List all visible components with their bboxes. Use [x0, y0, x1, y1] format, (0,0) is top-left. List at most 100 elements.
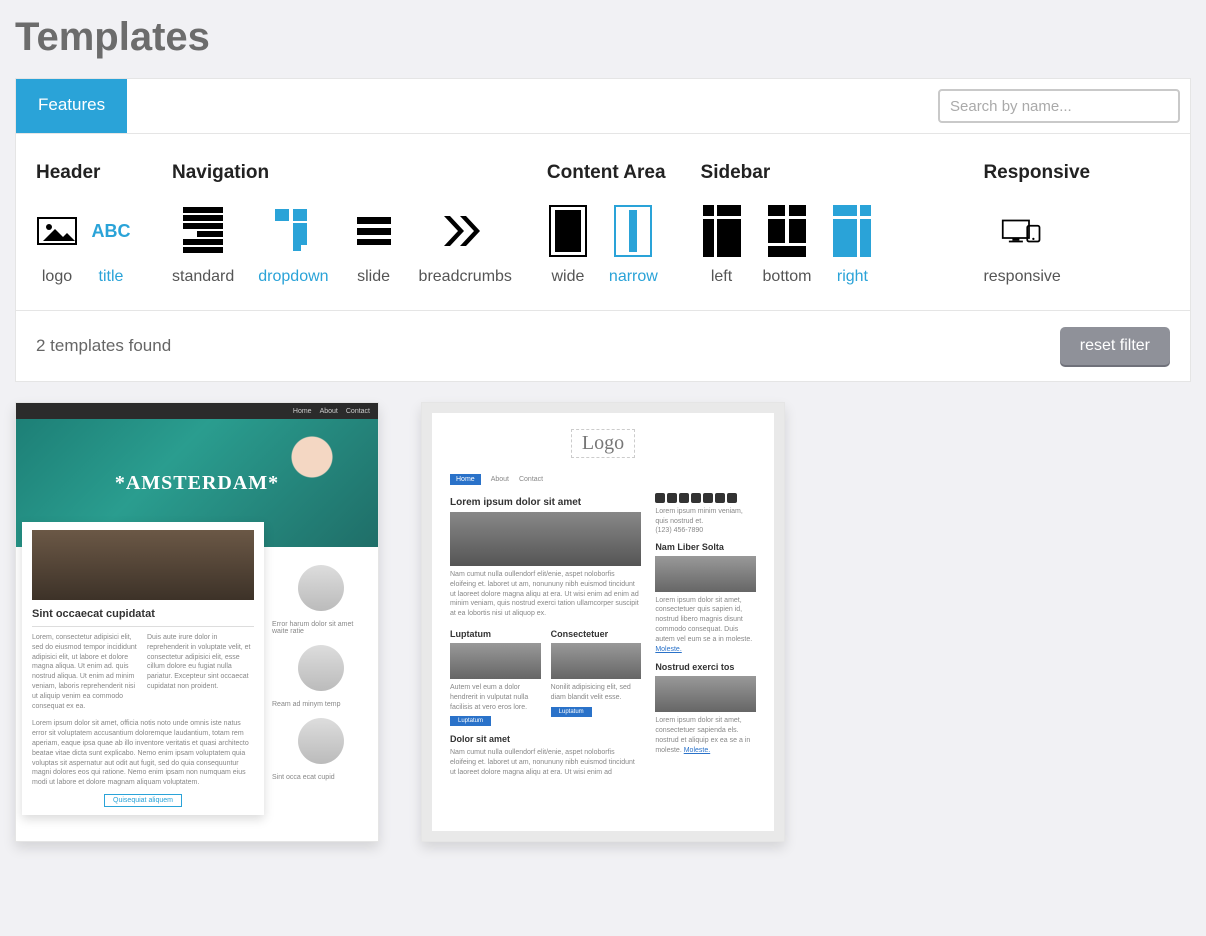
t2-social	[655, 493, 756, 503]
t2-logo: Logo	[571, 429, 635, 458]
t1-para-1a: Lorem, consectetur adipisici elit, sed d…	[32, 633, 139, 711]
t2-subp2: Nonilit adipisicing elit, sed diam bland…	[551, 683, 642, 703]
t1-side-b: Ream ad minym temp	[272, 701, 370, 708]
t2-side-img2	[655, 676, 756, 712]
tab-features[interactable]: Features	[16, 79, 127, 133]
t1-side-c: Sint occa ecat cupid	[272, 774, 370, 781]
panel-top: Features	[16, 79, 1190, 134]
opt-content-narrow-label: narrow	[609, 268, 658, 286]
responsive-icon	[1001, 210, 1043, 252]
opt-sidebar-left[interactable]: left	[701, 210, 743, 286]
opt-sidebar-bottom[interactable]: bottom	[763, 210, 812, 286]
opt-nav-breadcrumbs-label: breadcrumbs	[419, 268, 512, 286]
t2-sh2: Nostrud exerci tos	[655, 662, 756, 672]
filter-content-title: Content Area	[547, 162, 666, 184]
t2-h1: Lorem ipsum dolor sit amet	[450, 497, 641, 508]
t2-p1: Nam cumut nulla oullendorf elit/enie, as…	[450, 570, 641, 619]
opt-sidebar-right[interactable]: right	[831, 210, 873, 286]
opt-header-title-label: title	[99, 268, 124, 286]
t1-circle-1	[298, 565, 344, 611]
t1-nav-home: Home	[293, 408, 312, 415]
opt-header-logo[interactable]: logo	[36, 210, 78, 286]
filter-panel: Features Header logo ABC	[15, 78, 1191, 382]
t1-nav-about: About	[320, 408, 338, 415]
image-icon	[36, 210, 78, 252]
filter-responsive-title: Responsive	[983, 162, 1090, 184]
standard-nav-icon	[182, 210, 224, 252]
t2-side-img1	[655, 556, 756, 592]
t1-para-2: Lorem ipsum dolor sit amet, officia noti…	[32, 719, 254, 788]
t2-nav-home: Home	[450, 474, 481, 485]
opt-sidebar-left-label: left	[711, 268, 732, 286]
t2-btn2: Luptatum	[551, 707, 592, 717]
opt-nav-standard[interactable]: standard	[172, 210, 234, 286]
t2-sh1: Nam Liber Solta	[655, 542, 756, 552]
t2-sp2: Lorem ipsum dolor sit amet, consectetuer…	[655, 716, 756, 755]
t2-sub1: Luptatum	[450, 629, 541, 639]
t1-circle-2	[298, 645, 344, 691]
t2-sub2: Consectetuer	[551, 629, 642, 639]
abc-icon: ABC	[90, 210, 132, 252]
t2-h2: Dolor sit amet	[450, 734, 641, 744]
t1-hero-title: *AMSTERDAM*	[115, 472, 279, 495]
filter-group-responsive: Responsive responsive	[983, 162, 1090, 286]
search-wrap	[928, 79, 1190, 133]
reset-filter-button[interactable]: reset filter	[1060, 327, 1170, 365]
filter-group-content: Content Area wide narrow	[547, 162, 666, 286]
opt-nav-dropdown[interactable]: dropdown	[258, 210, 328, 286]
filter-navigation-title: Navigation	[172, 162, 512, 184]
filter-sidebar-title: Sidebar	[701, 162, 874, 184]
opt-sidebar-bottom-label: bottom	[763, 268, 812, 286]
opt-header-title[interactable]: ABC title	[90, 210, 132, 286]
t1-cta: Quisequiat aliquem	[104, 794, 182, 807]
opt-responsive-label: responsive	[983, 268, 1060, 286]
t2-side-top: Lorem ipsum minim veniam, quis nostrud e…	[655, 507, 756, 527]
opt-nav-dropdown-label: dropdown	[258, 268, 328, 286]
sidebar-left-icon	[701, 210, 743, 252]
t2-nav: Home About Contact	[450, 474, 756, 485]
t2-nav-contact: Contact	[519, 476, 543, 483]
filter-group-sidebar: Sidebar left bottom	[701, 162, 874, 286]
t2-sp1: Lorem ipsum dolor sit amet, consectetuer…	[655, 596, 756, 655]
t1-circle-3	[298, 718, 344, 764]
template-card-logo[interactable]: Logo Home About Contact Lorem ipsum dolo…	[421, 402, 785, 842]
search-input[interactable]	[938, 89, 1180, 123]
t2-nav-about: About	[491, 476, 509, 483]
results-bar: 2 templates found reset filter	[16, 310, 1190, 381]
opt-content-wide-label: wide	[551, 268, 584, 286]
templates-grid: Home About Contact *AMSTERDAM* Sint occa…	[15, 402, 1191, 842]
wide-icon	[547, 210, 589, 252]
breadcrumbs-icon	[444, 210, 486, 252]
t1-para-1b: Duis aute irure dolor in reprehenderit i…	[147, 633, 254, 692]
t1-photo	[32, 530, 254, 600]
narrow-icon	[612, 210, 654, 252]
t1-navbar: Home About Contact	[16, 403, 378, 419]
t2-subp1: Autem vel eum a dolor hendrerit in vulpu…	[450, 683, 541, 712]
t2-subimg2	[551, 643, 642, 679]
t2-btn1: Luptatum	[450, 716, 491, 726]
filter-group-navigation: Navigation standard dropdown	[172, 162, 512, 286]
opt-content-wide[interactable]: wide	[547, 210, 589, 286]
t1-nav-contact: Contact	[346, 408, 370, 415]
results-count: 2 templates found	[36, 336, 171, 356]
t2-main-img	[450, 512, 641, 566]
filters-row: Header logo ABC title N	[16, 134, 1190, 310]
sidebar-bottom-icon	[766, 210, 808, 252]
opt-content-narrow[interactable]: narrow	[609, 210, 658, 286]
opt-nav-breadcrumbs[interactable]: breadcrumbs	[419, 210, 512, 286]
t2-phone: (123) 456-7890	[655, 527, 756, 534]
opt-sidebar-right-label: right	[837, 268, 868, 286]
opt-nav-slide[interactable]: slide	[353, 210, 395, 286]
opt-nav-standard-label: standard	[172, 268, 234, 286]
t1-headline: Sint occaecat cupidatat	[32, 608, 254, 620]
t2-subimg1	[450, 643, 541, 679]
opt-responsive[interactable]: responsive	[983, 210, 1060, 286]
dropdown-nav-icon	[272, 210, 314, 252]
template-card-amsterdam[interactable]: Home About Contact *AMSTERDAM* Sint occa…	[15, 402, 379, 842]
opt-nav-slide-label: slide	[357, 268, 390, 286]
page-title: Templates	[15, 15, 1191, 60]
sidebar-right-icon	[831, 210, 873, 252]
slide-nav-icon	[353, 210, 395, 252]
filter-header-title: Header	[36, 162, 132, 184]
t2-p2: Nam cumut nulla oullendorf elit/enie, as…	[450, 748, 641, 777]
